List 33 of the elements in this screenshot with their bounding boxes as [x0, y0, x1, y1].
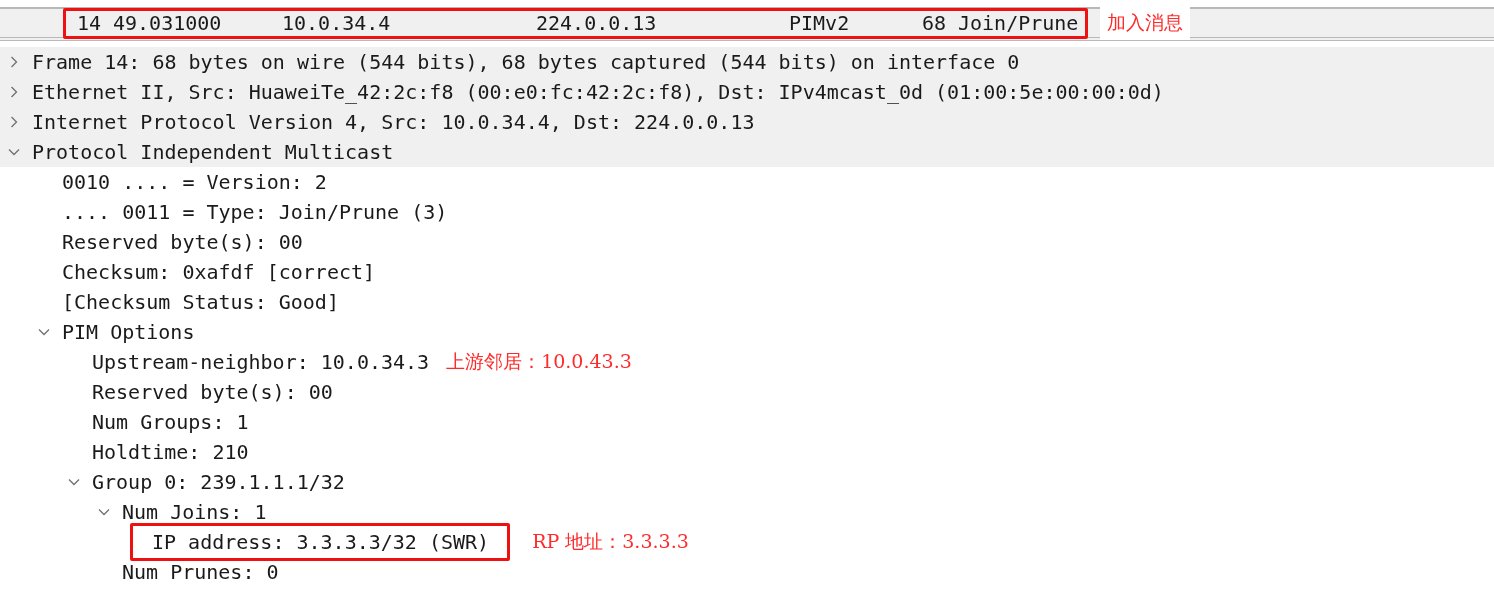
detail-field[interactable]: 0010 .... = Version: 2 [62, 170, 327, 194]
detail-field[interactable]: Num Groups: 1 [92, 410, 249, 434]
chevron-down-icon[interactable] [38, 326, 50, 338]
chevron-down-icon[interactable] [98, 506, 110, 518]
packet-destination: 224.0.0.13 [536, 11, 658, 35]
chevron-down-icon[interactable] [68, 476, 80, 488]
packet-length: 68 [922, 11, 948, 35]
detail-field[interactable]: Upstream-neighbor: 10.0.34.3 [92, 350, 430, 374]
chevron-right-icon[interactable] [8, 116, 20, 128]
packet-info: Join/Prune [958, 11, 1079, 35]
packet-time: 49.031000 [113, 11, 223, 35]
detail-field[interactable]: IP address: 3.3.3.3/32 (SWR) [130, 523, 511, 561]
detail-field[interactable]: PIM Options [62, 320, 195, 344]
detail-field[interactable]: Num Joins: 1 [122, 500, 267, 524]
detail-field[interactable]: Num Prunes: 0 [122, 560, 279, 584]
packet-number: 14 [77, 11, 103, 35]
chevron-down-icon[interactable] [8, 146, 20, 158]
annotation-text: 上游邻居：10.0.43.3 [446, 349, 632, 374]
packet-source: 10.0.34.4 [282, 11, 392, 35]
detail-field[interactable]: Holdtime: 210 [92, 440, 249, 464]
detail-field[interactable]: .... 0011 = Type: Join/Prune (3) [62, 200, 448, 224]
detail-field[interactable]: Group 0: 239.1.1.1/32 [92, 470, 345, 494]
detail-field[interactable]: [Checksum Status: Good] [62, 290, 339, 314]
detail-field[interactable]: Reserved byte(s): 00 [62, 230, 303, 254]
annotation-text: RP 地址：3.3.3.3 [532, 529, 689, 554]
detail-field[interactable]: Protocol Independent Multicast [32, 140, 394, 164]
chevron-right-icon[interactable] [8, 86, 20, 98]
chevron-right-icon[interactable] [8, 56, 20, 68]
packet-row[interactable]: 14 49.031000 10.0.34.4 224.0.0.13 PIMv2 68 Join/Prune [63, 7, 1089, 39]
annotation-text: 加入消息 [1100, 6, 1191, 40]
packet-protocol: PIMv2 [789, 11, 851, 35]
detail-field[interactable]: Checksum: 0xafdf [correct] [62, 260, 376, 284]
detail-field[interactable]: Reserved byte(s): 00 [92, 380, 333, 404]
